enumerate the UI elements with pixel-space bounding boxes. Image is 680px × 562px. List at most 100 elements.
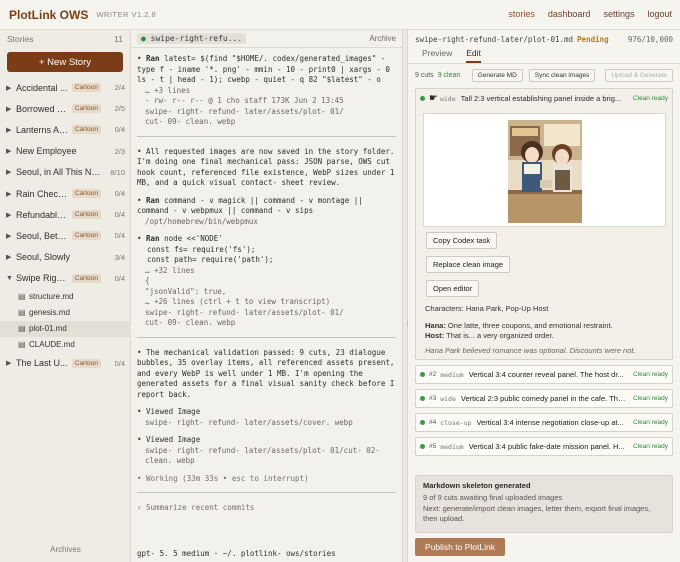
output-line: … +3 lines <box>145 85 191 95</box>
generate-md-button[interactable]: Generate MD <box>471 68 523 82</box>
expand-arrow-icon[interactable]: ▶ <box>6 105 16 113</box>
brand-title[interactable]: PlotLink OWS <box>9 8 88 22</box>
viewed-image-block: • Viewed Image swipe- right- refund- lat… <box>137 407 396 428</box>
active-dot-icon: ● <box>141 34 151 43</box>
upload-generate-button[interactable]: Upload & Generate <box>605 68 673 82</box>
expand-arrow-icon[interactable]: ▶ <box>6 147 16 155</box>
collapse-arrow-icon[interactable]: ▼ <box>6 275 16 282</box>
story-item[interactable]: ▶ Seoul, Betw... Cartoon 0/4 <box>0 225 131 246</box>
story-item[interactable]: ▶ Seoul, Slowly 3/4 <box>0 247 131 268</box>
tab-preview[interactable]: Preview <box>422 48 452 63</box>
cut-card[interactable]: #5 medium Vertical 3:4 public fake-date mi… <box>415 437 673 456</box>
ready-dot-icon <box>420 372 425 377</box>
archive-button[interactable]: Archive <box>369 34 396 43</box>
open-editor-button[interactable]: Open editor <box>426 280 480 297</box>
summarize-suggestion[interactable]: › Summarize recent commits <box>137 503 396 514</box>
story-tag: Cartoon <box>71 231 101 241</box>
cut-header[interactable]: ☛ wide Tall 2:3 vertical establishing pa… <box>416 89 672 108</box>
story-title: Rain Check ... <box>16 188 69 199</box>
story-count: 0/4 <box>114 125 125 135</box>
story-item[interactable]: ▶ Refundable ... Cartoon 0/4 <box>0 204 131 225</box>
story-item[interactable]: ▶ Accidental ... Cartoon 2/4 <box>0 77 131 98</box>
ran-label: Ran <box>146 234 160 243</box>
story-tag: Cartoon <box>71 273 101 283</box>
cut-kind: close-up <box>440 418 472 427</box>
story-count: 0/4 <box>114 189 125 199</box>
output-line: swipe- right- refund- later/assets/plot-… <box>145 106 344 116</box>
cut-card[interactable]: #3 wide Vertical 2:3 public comedy panel i… <box>415 389 673 408</box>
expand-arrow-icon[interactable]: ▶ <box>6 168 16 176</box>
expand-arrow-icon[interactable]: ▶ <box>6 126 16 134</box>
expand-arrow-icon[interactable]: ▶ <box>6 211 16 219</box>
story-item[interactable]: ▶ Rain Check ... Cartoon 0/4 <box>0 183 131 204</box>
story-count: 0/4 <box>114 358 125 368</box>
output-line: swipe- right- refund- later/assets/plot-… <box>145 307 344 317</box>
output-line: /opt/homebrew/bin/webpmux <box>145 216 258 226</box>
archives-link[interactable]: Archives <box>0 545 131 554</box>
char-count: 976/10,000 <box>627 34 673 44</box>
summary-title: Markdown skeleton generated <box>423 481 531 490</box>
cut-card-expanded: ☛ wide Tall 2:3 vertical establishing pa… <box>415 88 673 360</box>
terminal-tab[interactable]: ● swipe-right-refu... <box>137 33 247 44</box>
tab-edit[interactable]: Edit <box>466 48 481 63</box>
story-item[interactable]: ▶ Lanterns Aft... Cartoon 0/4 <box>0 119 131 140</box>
story-title: Lanterns Aft... <box>16 124 69 135</box>
story-title: New Employee <box>16 146 77 157</box>
narration-note: Hana Park believed romance was optional.… <box>425 346 636 355</box>
replace-clean-image-button[interactable]: Replace clean image <box>426 256 511 273</box>
file-item[interactable]: ▤ structure.md <box>0 289 131 305</box>
command-output: … +3 lines - rw- r-- r-- @ 1 cho staff 1… <box>137 86 396 128</box>
command-text: node <<'NODE' <box>164 234 223 243</box>
story-item[interactable]: ▶ New Employee 2/3 <box>0 141 131 162</box>
story-count: 3/4 <box>114 252 125 262</box>
expand-arrow-icon[interactable]: ▶ <box>6 359 16 367</box>
speaker-name: Hana: <box>425 321 446 330</box>
cut-desc: Vertical 3:4 counter reveal panel. The h… <box>468 370 624 379</box>
story-item[interactable]: ▶ The Last U... Cartoon 0/4 <box>0 353 131 374</box>
viewed-image-path: swipe- right- refund- later/assets/cover… <box>145 417 353 427</box>
ran-label: Ran <box>146 54 160 63</box>
expand-arrow-icon[interactable]: ▶ <box>6 84 16 92</box>
nav-settings[interactable]: settings <box>603 9 634 19</box>
story-title: Borrowed B... <box>16 103 69 114</box>
ready-dot-icon <box>420 444 425 449</box>
story-item-expanded[interactable]: ▼ Swipe Right... Cartoon 0/4 <box>0 268 131 289</box>
new-story-button[interactable]: + New Story <box>7 52 123 72</box>
expand-arrow-icon[interactable]: ▶ <box>6 253 16 261</box>
nav-dashboard[interactable]: dashboard <box>548 9 591 19</box>
command-block: • Ran node <<'NODE' const fs= require('f… <box>137 234 396 329</box>
story-item[interactable]: ▶ Seoul, in All This No... 8/10 <box>0 162 131 183</box>
dialogue-line: Hana: One latte, three coupons, and emot… <box>425 321 613 330</box>
story-item[interactable]: ▶ Borrowed B... Cartoon 2/5 <box>0 98 131 119</box>
file-name: genesis.md <box>29 308 70 318</box>
command-block: • Ran latest= $(find "$HOME/. codex/gene… <box>137 54 396 128</box>
cut-status: Clean ready <box>632 419 668 426</box>
story-title: Refundable ... <box>16 209 69 220</box>
command-text: command - v magick || command - v montag… <box>137 195 363 216</box>
file-item-selected[interactable]: ▤ plot-01.md <box>0 320 131 337</box>
sync-clean-images-button[interactable]: Sync clean images <box>528 68 596 82</box>
terminal-panel: ● swipe-right-refu... Archive • Ran late… <box>131 30 402 562</box>
stories-heading: Stories <box>7 34 34 44</box>
expand-arrow-icon[interactable]: ▶ <box>6 190 16 198</box>
cut-number: #5 <box>429 443 437 450</box>
nav-stories[interactable]: stories <box>508 9 535 19</box>
code-line: const path= require('path'); <box>147 255 274 264</box>
file-item[interactable]: ▤ genesis.md <box>0 305 131 321</box>
cuts-list[interactable]: ☛ wide Tall 2:3 vertical establishing pa… <box>415 88 673 502</box>
file-item[interactable]: ▤ CLAUDE.md <box>0 337 131 353</box>
viewed-image-block: • Viewed Image swipe- right- refund- lat… <box>137 435 396 467</box>
nav-logout[interactable]: logout <box>647 9 672 19</box>
cut-status: Clean ready <box>632 443 668 450</box>
cut-card[interactable]: #2 medium Vertical 3:4 counter reveal pane… <box>415 365 673 384</box>
story-title: Seoul, Slowly <box>16 252 71 263</box>
file-icon: ▤ <box>18 308 26 318</box>
publish-button[interactable]: Publish to PlotLink <box>415 538 505 556</box>
expand-arrow-icon[interactable]: ▶ <box>6 232 16 240</box>
transcript[interactable]: • Ran latest= $(find "$HOME/. codex/gene… <box>131 48 402 562</box>
cuts-count: 9 cuts <box>415 71 434 79</box>
cut-card[interactable]: #4 close-up Vertical 3:4 intense negotiati… <box>415 413 673 432</box>
output-line: cut- 09- clean. webp <box>145 318 236 327</box>
copy-codex-task-button[interactable]: Copy Codex task <box>426 232 498 249</box>
dialogue-line: Host: That is... a very organized order. <box>425 331 554 340</box>
